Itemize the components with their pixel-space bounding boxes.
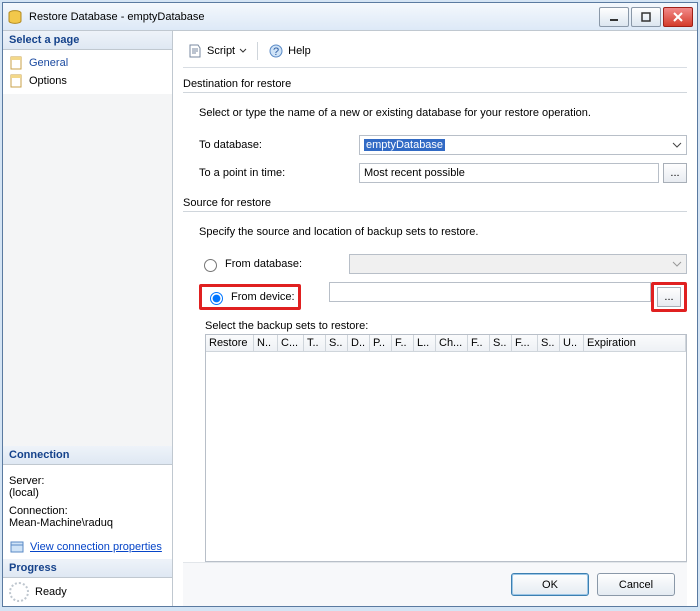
point-in-time-value: Most recent possible <box>364 167 465 179</box>
view-connection-properties-link[interactable]: View connection properties <box>30 541 162 553</box>
cancel-button[interactable]: Cancel <box>597 573 675 596</box>
minimize-button[interactable] <box>599 7 629 27</box>
to-database-label: To database: <box>199 139 359 151</box>
connection-value: Mean-Machine\raduq <box>9 517 166 529</box>
server-value: (local) <box>9 487 166 499</box>
from-database-radio[interactable] <box>204 259 217 272</box>
point-in-time-field[interactable]: Most recent possible <box>359 163 659 183</box>
select-page-header: Select a page <box>3 31 172 50</box>
grid-col[interactable]: C... <box>278 335 304 351</box>
grid-col[interactable]: P.. <box>370 335 392 351</box>
grid-col[interactable]: L.. <box>414 335 436 351</box>
grid-col[interactable]: F.. <box>468 335 490 351</box>
script-button[interactable]: Script <box>183 41 251 61</box>
from-device-field[interactable] <box>329 282 651 302</box>
grid-col[interactable]: S.. <box>538 335 560 351</box>
grid-col[interactable]: S.. <box>490 335 512 351</box>
from-device-radio[interactable] <box>210 292 223 305</box>
backup-sets-grid[interactable]: Restore N.. C... T.. S.. D.. P.. F.. L..… <box>205 334 687 562</box>
backup-sets-title: Select the backup sets to restore: <box>205 320 687 332</box>
grid-col[interactable]: Ch... <box>436 335 468 351</box>
help-label: Help <box>288 45 311 57</box>
titlebar: Restore Database - emptyDatabase <box>3 3 697 31</box>
from-database-label: From database: <box>225 258 302 270</box>
svg-text:?: ? <box>273 46 279 58</box>
grid-header: Restore N.. C... T.. S.. D.. P.. F.. L..… <box>206 335 686 352</box>
connection-label: Connection: <box>9 505 166 517</box>
grid-col[interactable]: U.. <box>560 335 584 351</box>
close-button[interactable] <box>663 7 693 27</box>
progress-header: Progress <box>3 559 172 578</box>
from-device-browse-highlight: ... <box>651 282 687 312</box>
database-icon <box>7 9 23 25</box>
to-database-combo[interactable]: emptyDatabase <box>359 135 687 155</box>
grid-col[interactable]: F.. <box>392 335 414 351</box>
progress-spinner-icon <box>9 582 29 602</box>
page-icon <box>9 73 25 89</box>
maximize-button[interactable] <box>631 7 661 27</box>
chevron-down-icon <box>239 47 247 55</box>
properties-icon <box>9 539 25 555</box>
server-label: Server: <box>9 475 166 487</box>
point-in-time-browse-button[interactable]: ... <box>663 163 687 183</box>
grid-col[interactable]: N.. <box>254 335 278 351</box>
grid-col[interactable]: D.. <box>348 335 370 351</box>
from-device-browse-button[interactable]: ... <box>657 287 681 307</box>
help-button[interactable]: ? Help <box>264 41 315 61</box>
chevron-down-icon <box>672 258 682 270</box>
sidebar-item-options[interactable]: Options <box>9 72 166 90</box>
destination-description: Select or type the name of a new or exis… <box>199 107 687 119</box>
page-icon <box>9 55 25 71</box>
source-section-title: Source for restore <box>183 197 687 209</box>
grid-col[interactable]: F... <box>512 335 538 351</box>
progress-status: Ready <box>35 586 67 598</box>
from-device-highlight: From device: <box>199 284 301 310</box>
from-database-combo <box>349 254 687 274</box>
script-label: Script <box>207 45 235 57</box>
grid-col[interactable]: Restore <box>206 335 254 351</box>
destination-section-title: Destination for restore <box>183 78 687 90</box>
sidebar-item-label: Options <box>29 75 67 87</box>
chevron-down-icon <box>672 139 682 151</box>
from-device-label: From device: <box>231 291 295 303</box>
window-title: Restore Database - emptyDatabase <box>29 11 597 23</box>
help-icon: ? <box>268 43 284 59</box>
grid-col[interactable]: Expiration <box>584 335 686 351</box>
point-in-time-label: To a point in time: <box>199 167 359 179</box>
source-description: Specify the source and location of backu… <box>199 226 687 238</box>
script-icon <box>187 43 203 59</box>
ok-button[interactable]: OK <box>511 573 589 596</box>
sidebar-item-label: General <box>29 57 68 69</box>
grid-col[interactable]: T.. <box>304 335 326 351</box>
grid-col[interactable]: S.. <box>326 335 348 351</box>
connection-header: Connection <box>3 446 172 465</box>
to-database-value: emptyDatabase <box>364 139 445 151</box>
sidebar-item-general[interactable]: General <box>9 54 166 72</box>
